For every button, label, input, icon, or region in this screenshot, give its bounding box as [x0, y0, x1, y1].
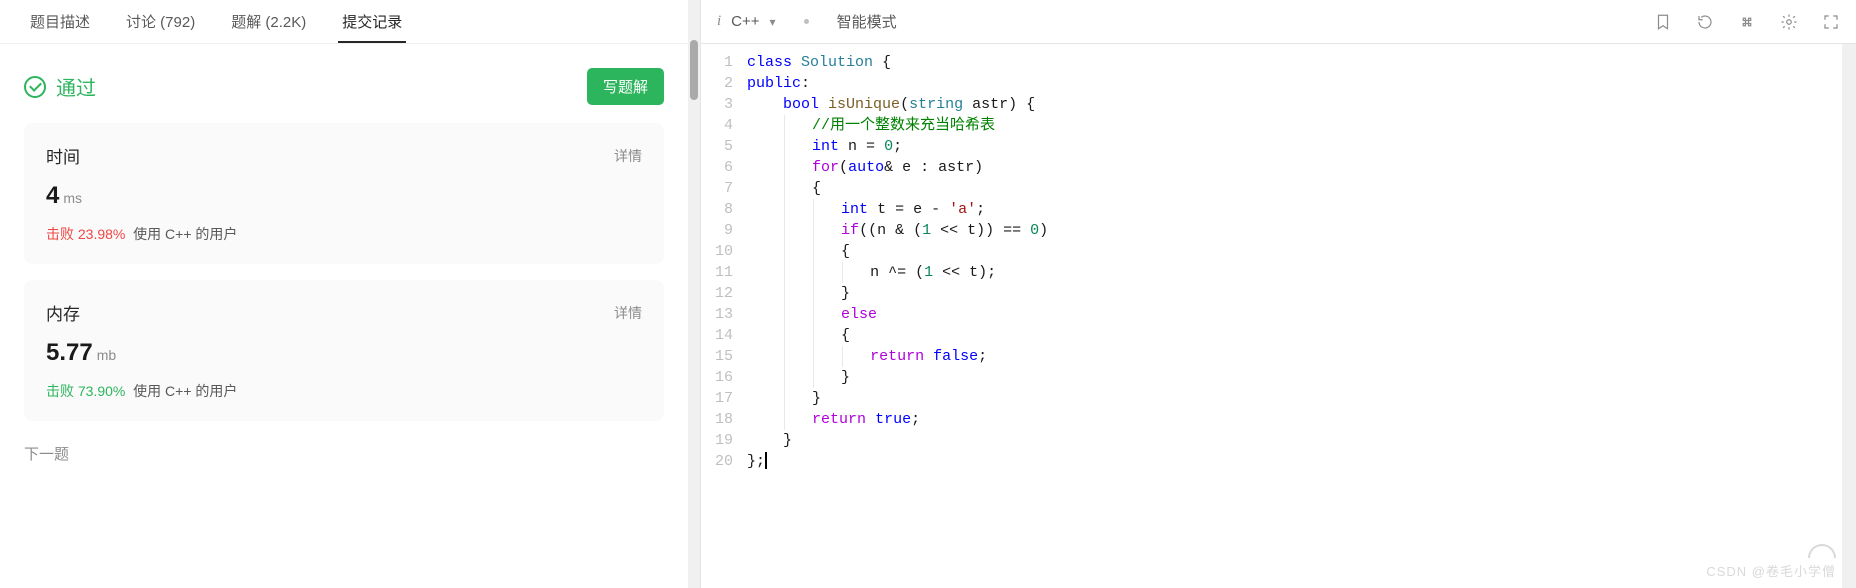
- time-value: 4: [46, 182, 59, 209]
- language-selector[interactable]: C++: [731, 13, 759, 30]
- tab-discussion[interactable]: 讨论 (792): [108, 1, 213, 42]
- memory-value: 5.77: [46, 339, 93, 366]
- text-cursor: [765, 452, 767, 469]
- submission-panel: 通过 写题解 时间 详情 4ms 击败 23.98% 使用 C++ 的用户: [0, 44, 688, 588]
- time-beat-tail: 使用 C++ 的用户: [133, 226, 237, 242]
- status-passed: 通过: [24, 72, 96, 101]
- watermark-text: CSDN @卷毛小学僧: [1706, 561, 1836, 580]
- time-beat-pct: 23.98%: [78, 226, 125, 242]
- memory-title: 内存: [46, 300, 80, 325]
- tab-description[interactable]: 题目描述: [12, 1, 108, 42]
- write-solution-button[interactable]: 写题解: [587, 68, 664, 105]
- separator-dot: [804, 19, 809, 24]
- editor-header: i C++ ▾ 智能模式: [701, 0, 1856, 44]
- check-icon: [24, 76, 46, 98]
- problem-tabs: 题目描述 讨论 (792) 题解 (2.2K) 提交记录: [0, 0, 688, 44]
- editor-mode[interactable]: 智能模式: [837, 11, 897, 32]
- time-beat-label: 击败: [46, 226, 74, 242]
- fullscreen-icon[interactable]: [1822, 13, 1840, 31]
- time-unit: ms: [63, 190, 82, 206]
- memory-beat-pct: 73.90%: [78, 383, 125, 399]
- settings-icon[interactable]: [1780, 13, 1798, 31]
- line-gutter: 1234567891011121314151617181920: [701, 52, 747, 588]
- status-text: 通过: [56, 72, 96, 101]
- time-detail-link[interactable]: 详情: [614, 146, 642, 166]
- reset-icon[interactable]: [1696, 13, 1714, 31]
- memory-unit: mb: [97, 347, 116, 363]
- chevron-down-icon[interactable]: ▾: [770, 15, 776, 29]
- time-title: 时间: [46, 143, 80, 168]
- code-editor[interactable]: 1234567891011121314151617181920 class So…: [701, 44, 1856, 588]
- left-scrollbar-thumb[interactable]: [690, 40, 698, 100]
- next-question-link[interactable]: 下一题: [24, 437, 664, 470]
- bookmark-icon[interactable]: [1654, 13, 1672, 31]
- keyboard-shortcut-icon[interactable]: [1738, 13, 1756, 31]
- memory-beat-tail: 使用 C++ 的用户: [133, 383, 237, 399]
- memory-card: 内存 详情 5.77mb 击败 73.90% 使用 C++ 的用户: [24, 280, 664, 421]
- info-icon[interactable]: i: [717, 13, 721, 30]
- editor-scrollbar[interactable]: [1842, 44, 1856, 588]
- time-card: 时间 详情 4ms 击败 23.98% 使用 C++ 的用户: [24, 123, 664, 264]
- code-content[interactable]: class Solution {public: bool isUnique(st…: [747, 52, 1856, 588]
- left-scrollbar[interactable]: [688, 0, 700, 588]
- tab-submissions[interactable]: 提交记录: [324, 1, 420, 42]
- memory-detail-link[interactable]: 详情: [614, 303, 642, 323]
- memory-beat-label: 击败: [46, 383, 74, 399]
- tab-solutions[interactable]: 题解 (2.2K): [213, 1, 324, 42]
